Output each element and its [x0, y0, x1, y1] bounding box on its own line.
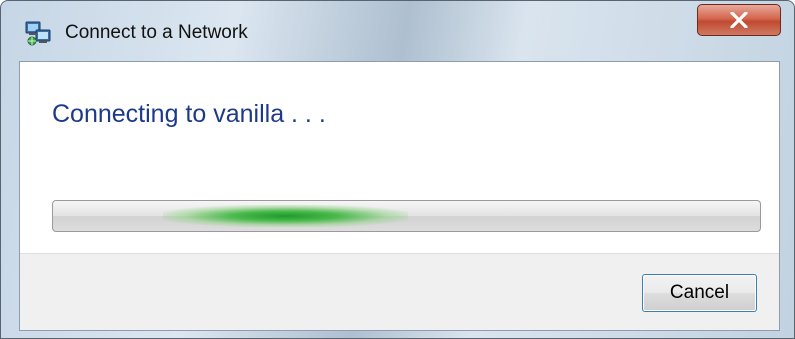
- window-title: Connect to a Network: [65, 22, 248, 43]
- dialog-footer: Cancel: [20, 253, 779, 330]
- cancel-button[interactable]: Cancel: [642, 274, 757, 312]
- close-icon: [730, 12, 748, 28]
- network-icon: [23, 18, 53, 48]
- dialog-window: Connect to a Network Connecting to vanil…: [0, 0, 795, 339]
- connection-status-heading: Connecting to vanilla . . .: [52, 100, 326, 128]
- progress-bar: [52, 200, 761, 232]
- close-button[interactable]: [697, 4, 781, 36]
- progress-indicator: [163, 205, 408, 227]
- dialog-content: Connecting to vanilla . . . Cancel: [19, 61, 780, 331]
- title-bar[interactable]: Connect to a Network: [1, 1, 794, 61]
